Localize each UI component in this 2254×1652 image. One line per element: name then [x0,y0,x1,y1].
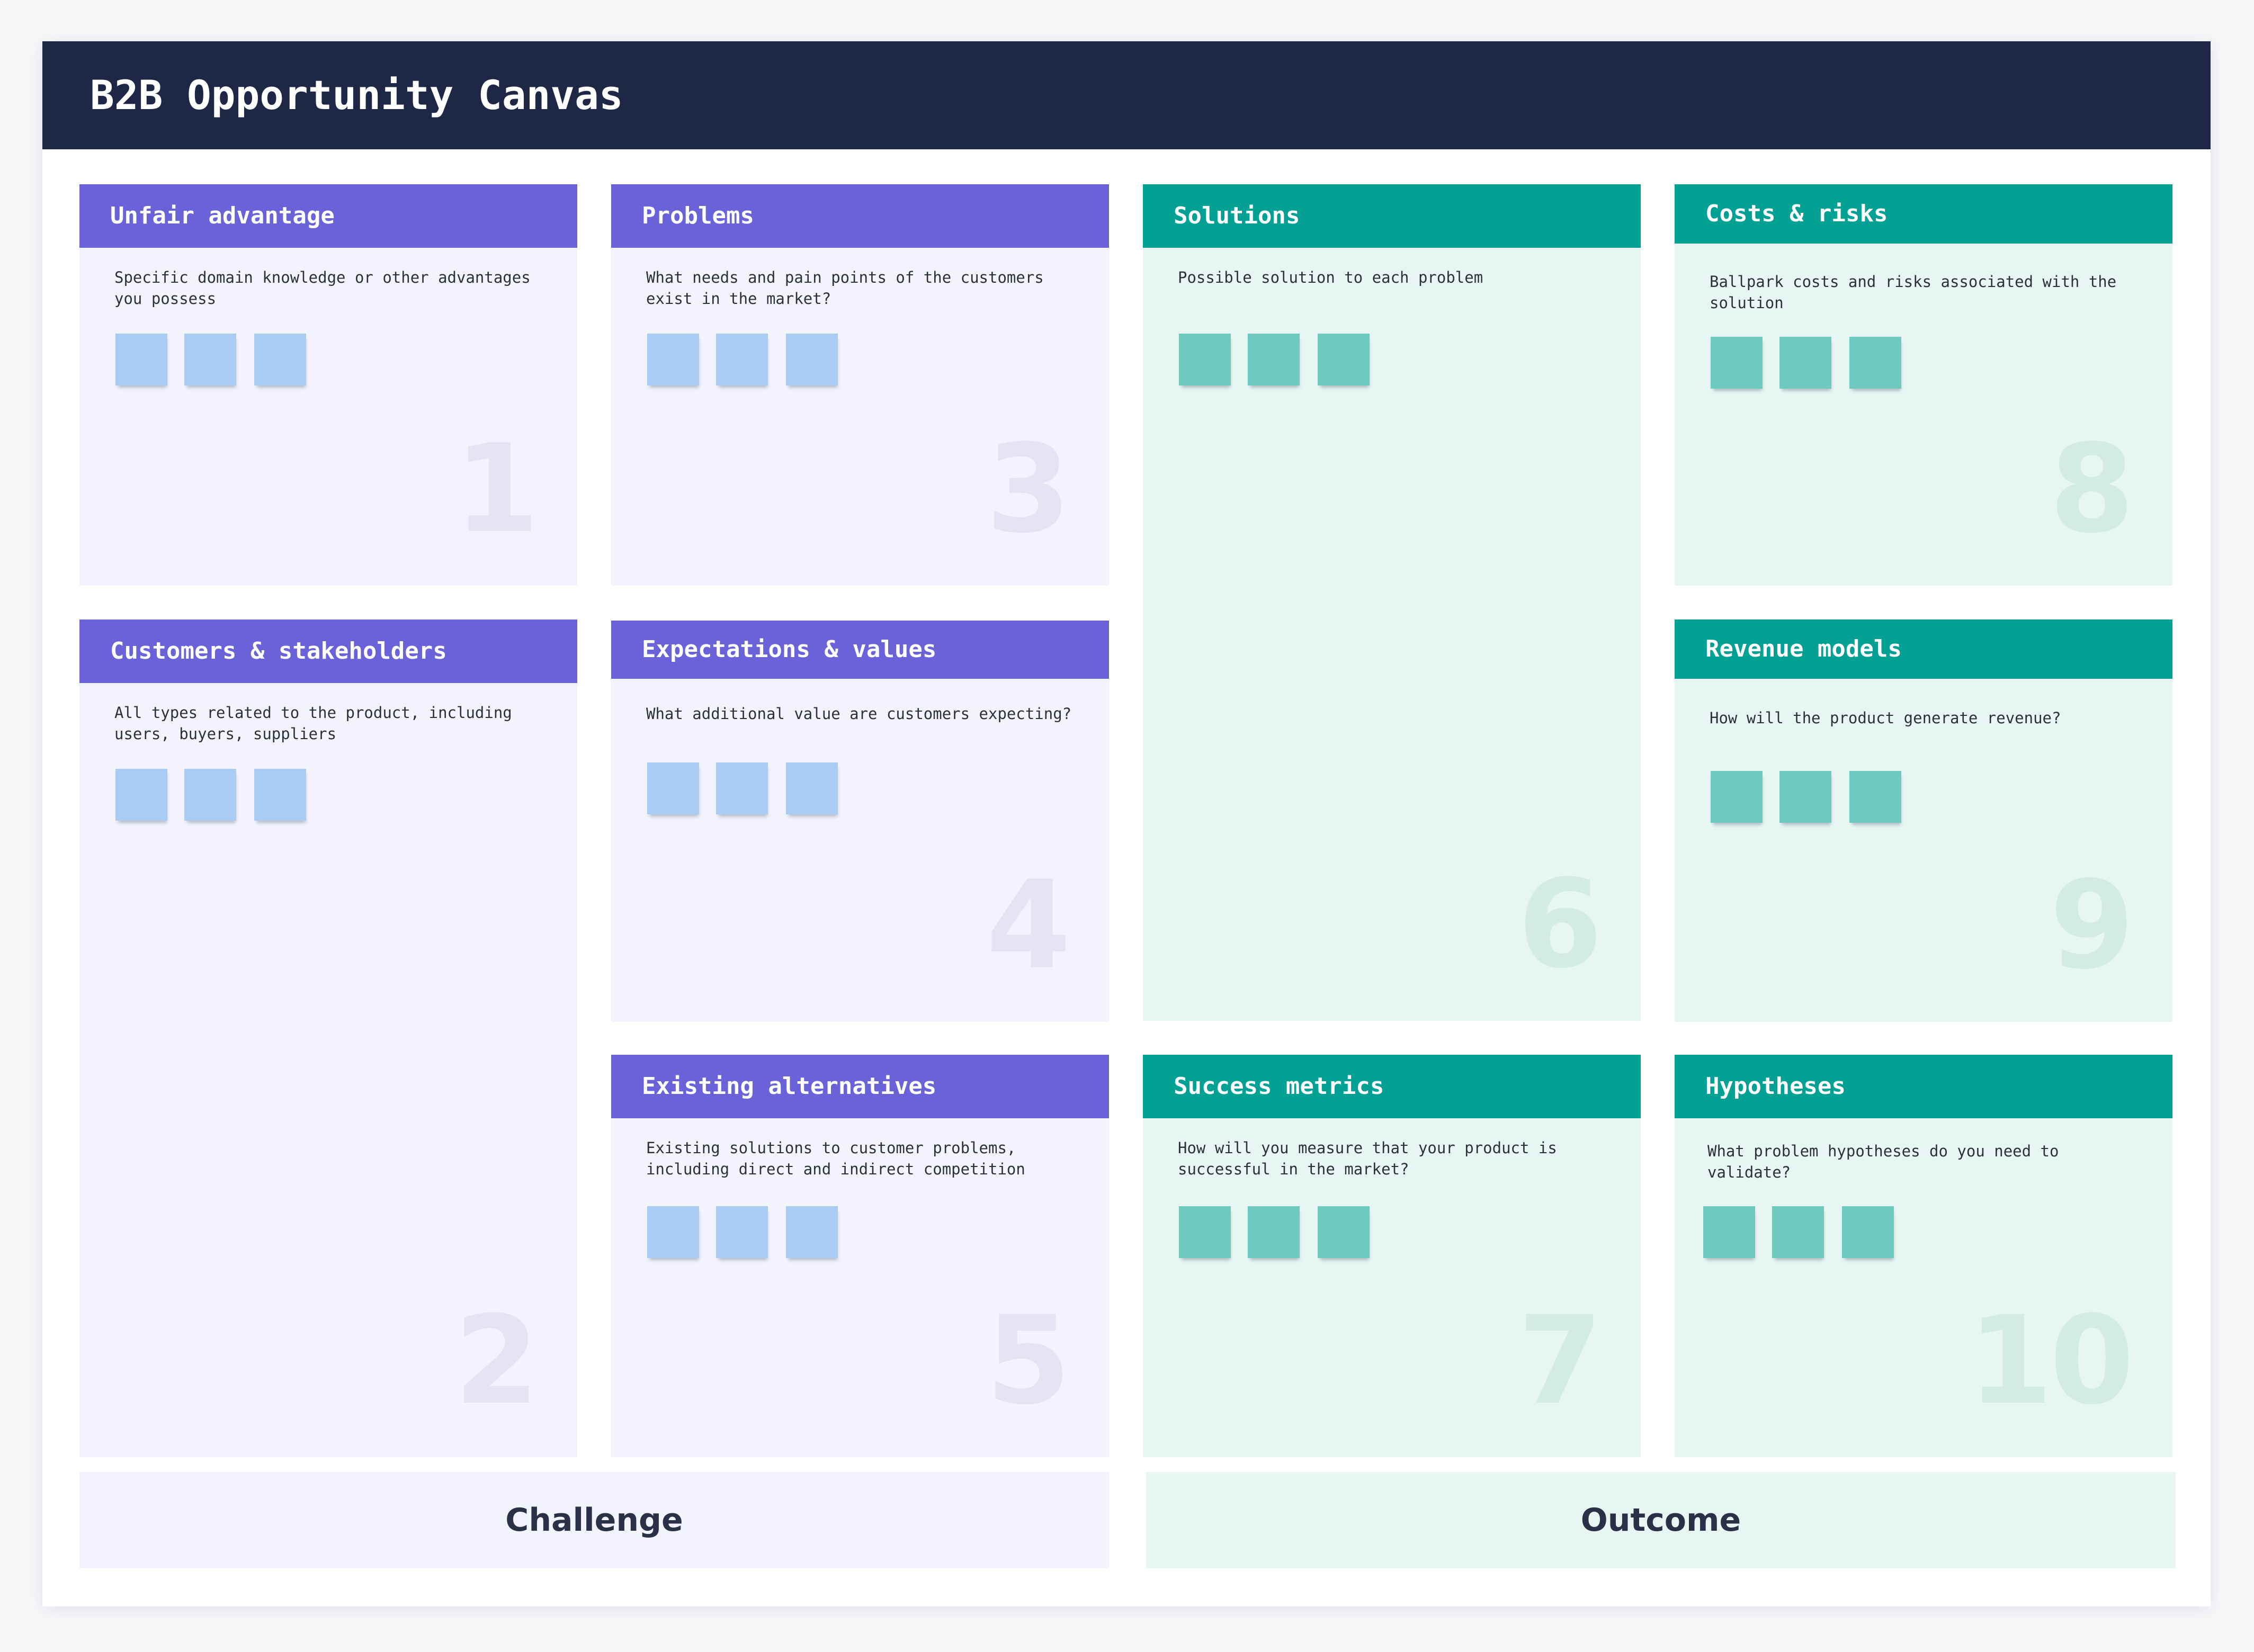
sticky-note[interactable] [184,334,236,385]
card-solutions: Solutions Possible solution to each prob… [1143,184,1641,1021]
card-costs-risks: Costs & risks Ballpark costs and risks a… [1675,184,2172,586]
card-problems: Problems What needs and pain points of t… [611,184,1109,586]
sticky-note[interactable] [1711,337,1763,389]
card-revenue-models: Revenue models How will the product gene… [1675,620,2172,1022]
card-title: Hypotheses [1675,1055,2172,1118]
sticky-note[interactable] [647,1206,699,1258]
card-description: What needs and pain points of the custom… [646,268,1044,308]
card-number: 3 [986,419,1071,560]
card-number: 4 [986,855,1071,996]
card-existing-alternatives: Existing alternatives Existing solutions… [611,1055,1109,1457]
sticky-note[interactable] [1248,334,1300,385]
card-title: Existing alternatives [611,1055,1109,1118]
sticky-note[interactable] [786,1206,838,1258]
card-title: Problems [611,184,1109,248]
sticky-note[interactable] [115,769,167,821]
card-success-metrics: Success metrics How will you measure tha… [1143,1055,1641,1457]
sticky-note[interactable] [1849,337,1901,389]
card-description: How will the product generate revenue? [1710,709,2061,727]
card-description: Existing solutions to customer problems,… [646,1139,1025,1178]
board-header: B2B Opportunity Canvas [42,41,2211,149]
card-customers-stakeholders: Customers & stakeholders All types relat… [79,620,577,1457]
sticky-note[interactable] [1779,771,1831,823]
sticky-note[interactable] [716,1206,768,1258]
card-number: 10 [1967,1290,2134,1432]
card-title: Costs & risks [1675,184,2172,244]
card-hypotheses: Hypotheses What problem hypotheses do yo… [1675,1055,2172,1457]
zone-challenge: Challenge [79,1472,1109,1568]
sticky-note[interactable] [1318,1206,1370,1258]
card-number: 7 [1517,1290,1603,1432]
card-number: 2 [454,1290,539,1432]
card-description: All types related to the product, includ… [114,704,512,743]
sticky-note[interactable] [1711,771,1763,823]
sticky-note[interactable] [254,769,306,821]
card-description: Possible solution to each problem [1178,268,1483,286]
card-number: 1 [454,419,539,560]
sticky-note[interactable] [1179,334,1231,385]
sticky-note[interactable] [716,334,768,385]
sticky-note[interactable] [1842,1206,1894,1258]
sticky-note[interactable] [1318,334,1370,385]
card-title: Expectations & values [611,621,1109,679]
card-number: 8 [2049,419,2134,560]
board-title: B2B Opportunity Canvas [90,71,623,119]
sticky-note[interactable] [115,334,167,385]
sticky-note[interactable] [647,762,699,814]
card-description: Specific domain knowledge or other advan… [114,268,531,308]
card-number: 9 [2049,855,2134,996]
card-title: Revenue models [1675,620,2172,679]
sticky-note[interactable] [184,769,236,821]
sticky-note[interactable] [716,762,768,814]
card-title: Success metrics [1143,1055,1641,1118]
sticky-note[interactable] [1179,1206,1231,1258]
card-unfair-advantage: Unfair advantage Specific domain knowled… [79,184,577,586]
card-number: 5 [986,1290,1071,1432]
sticky-note[interactable] [647,334,699,385]
card-description: Ballpark costs and risks associated with… [1710,273,2117,312]
card-title: Solutions [1143,184,1641,248]
card-number: 6 [1517,854,1603,995]
sticky-note[interactable] [1779,337,1831,389]
sticky-note[interactable] [1849,771,1901,823]
sticky-note[interactable] [786,762,838,814]
sticky-note[interactable] [1772,1206,1824,1258]
sticky-note[interactable] [1248,1206,1300,1258]
card-title: Unfair advantage [79,184,577,248]
card-description: How will you measure that your product i… [1178,1139,1557,1178]
card-expectations-values: Expectations & values What additional va… [611,621,1109,1022]
card-title: Customers & stakeholders [79,620,577,683]
zone-outcome: Outcome [1146,1472,2176,1568]
sticky-note[interactable] [786,334,838,385]
card-description: What problem hypotheses do you need to v… [1707,1142,2059,1181]
canvas-board: B2B Opportunity Canvas Unfair advantage … [42,41,2211,1606]
sticky-note[interactable] [1703,1206,1755,1258]
card-description: What additional value are customers expe… [646,705,1072,723]
sticky-note[interactable] [254,334,306,385]
